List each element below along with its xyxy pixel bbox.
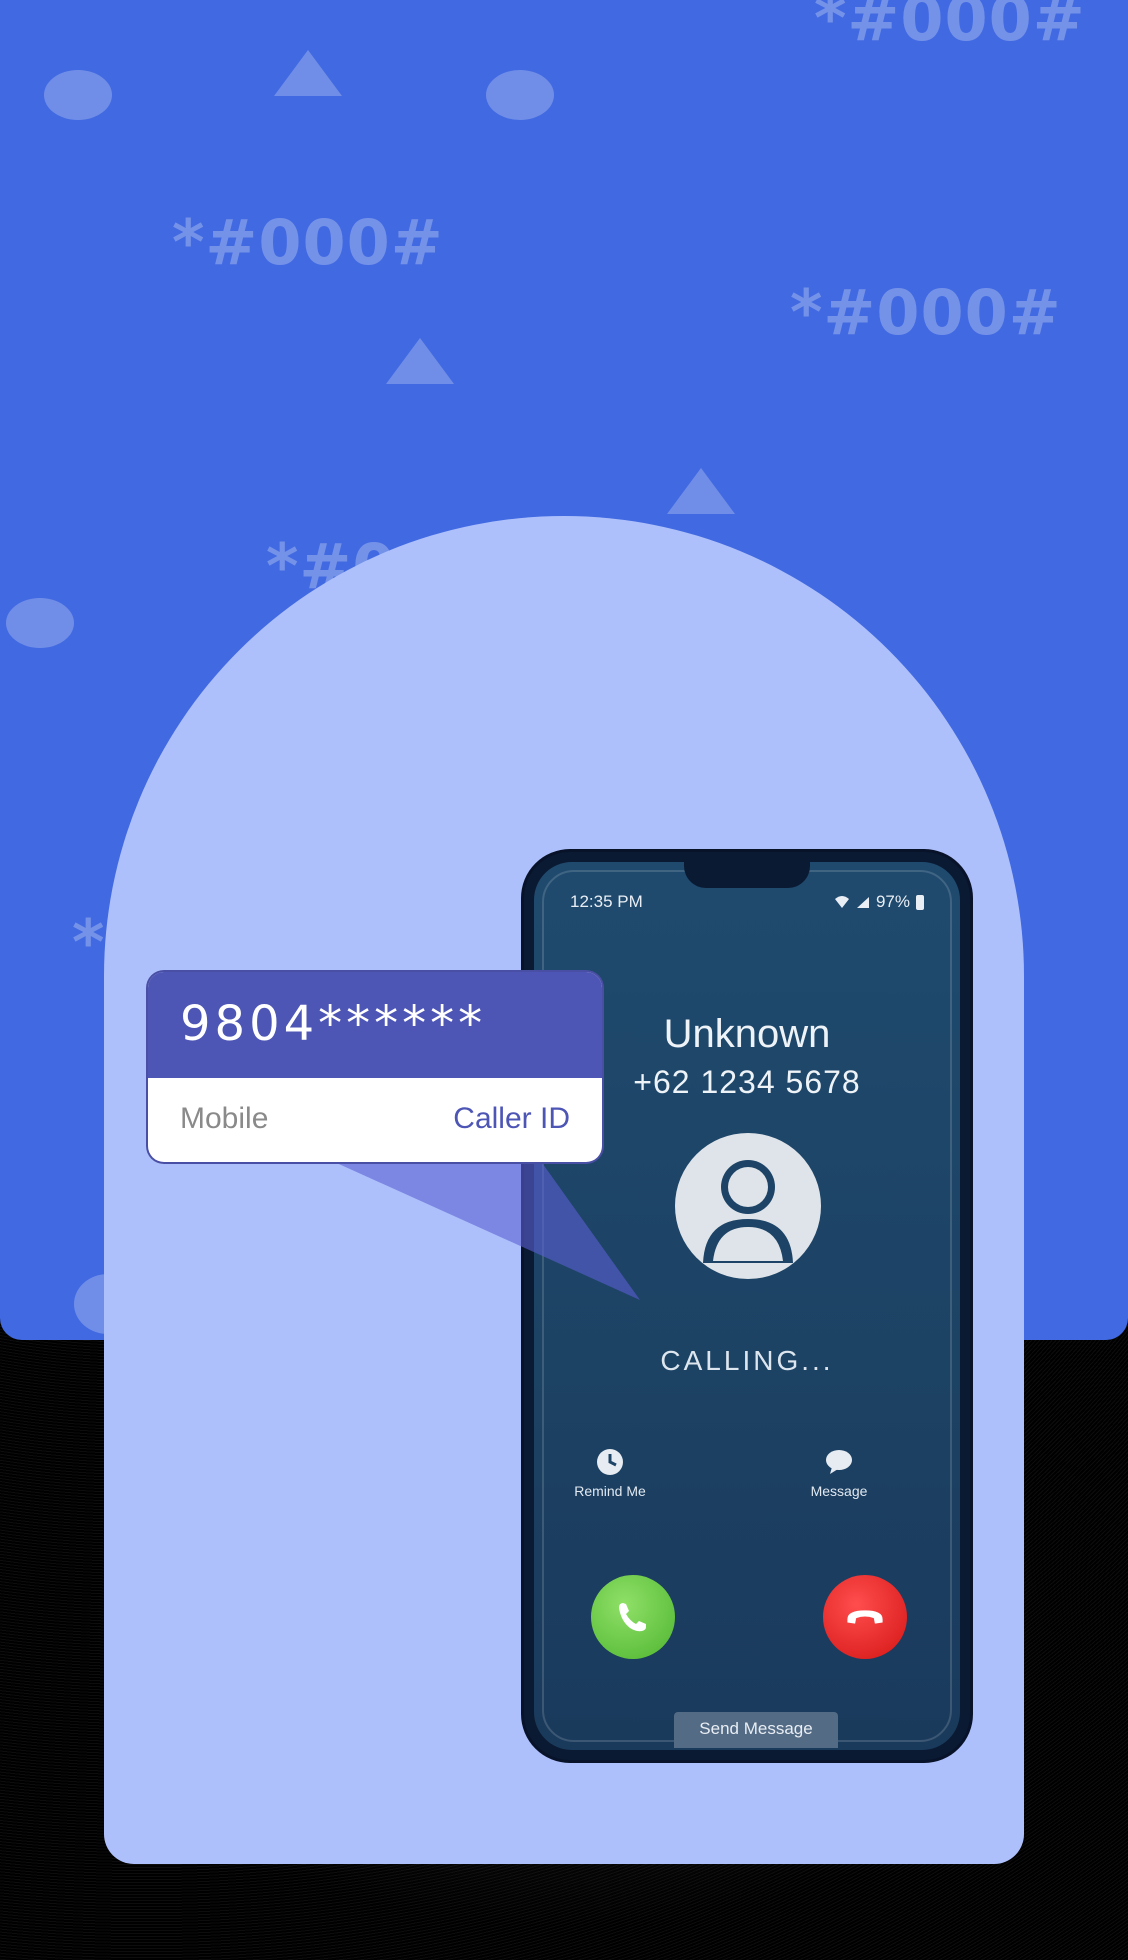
phone-decline-icon: [847, 1610, 883, 1624]
decor-code: *: [72, 906, 106, 979]
oval-shape: [486, 70, 554, 120]
caller-id-footer: Mobile Caller ID: [148, 1078, 602, 1162]
send-message-button[interactable]: Send Message: [674, 1712, 838, 1748]
signal-icon: [856, 897, 869, 908]
triangle-shape: [667, 468, 735, 514]
masked-number: 9804******: [180, 996, 487, 1052]
triangle-shape: [386, 338, 454, 384]
caller-id-label: Caller ID: [453, 1102, 570, 1135]
decor-code: *#000#: [790, 276, 1062, 349]
status-indicators: 97%: [834, 892, 924, 912]
decor-code: *#000#: [814, 0, 1086, 55]
message-button[interactable]: Message: [784, 1447, 894, 1499]
triangle-shape: [274, 50, 342, 96]
battery-percent: 97%: [875, 892, 910, 911]
clock-icon: [595, 1447, 625, 1477]
phone-answer-icon: [619, 1603, 646, 1632]
message-label: Message: [810, 1483, 868, 1499]
number-type: Mobile: [180, 1102, 269, 1135]
caller-id-card: 9804****** Mobile Caller ID: [148, 972, 602, 1162]
caller-id-header: 9804******: [148, 972, 602, 1078]
oval-shape: [44, 70, 112, 120]
decor-code: *#000#: [172, 206, 444, 279]
status-time: 12:35 PM: [570, 892, 643, 911]
call-state: CALLING...: [660, 1345, 834, 1376]
battery-icon: [916, 894, 924, 910]
decline-call-button[interactable]: [823, 1575, 907, 1659]
wifi-icon: [834, 896, 849, 908]
oval-shape: [6, 598, 74, 648]
avatar-icon: [675, 1133, 821, 1279]
remind-me-label: Remind Me: [574, 1483, 646, 1499]
phone-notch: [684, 862, 810, 888]
chat-bubble-icon: [824, 1447, 854, 1477]
answer-call-button[interactable]: [591, 1575, 675, 1659]
remind-me-button[interactable]: Remind Me: [555, 1447, 665, 1499]
